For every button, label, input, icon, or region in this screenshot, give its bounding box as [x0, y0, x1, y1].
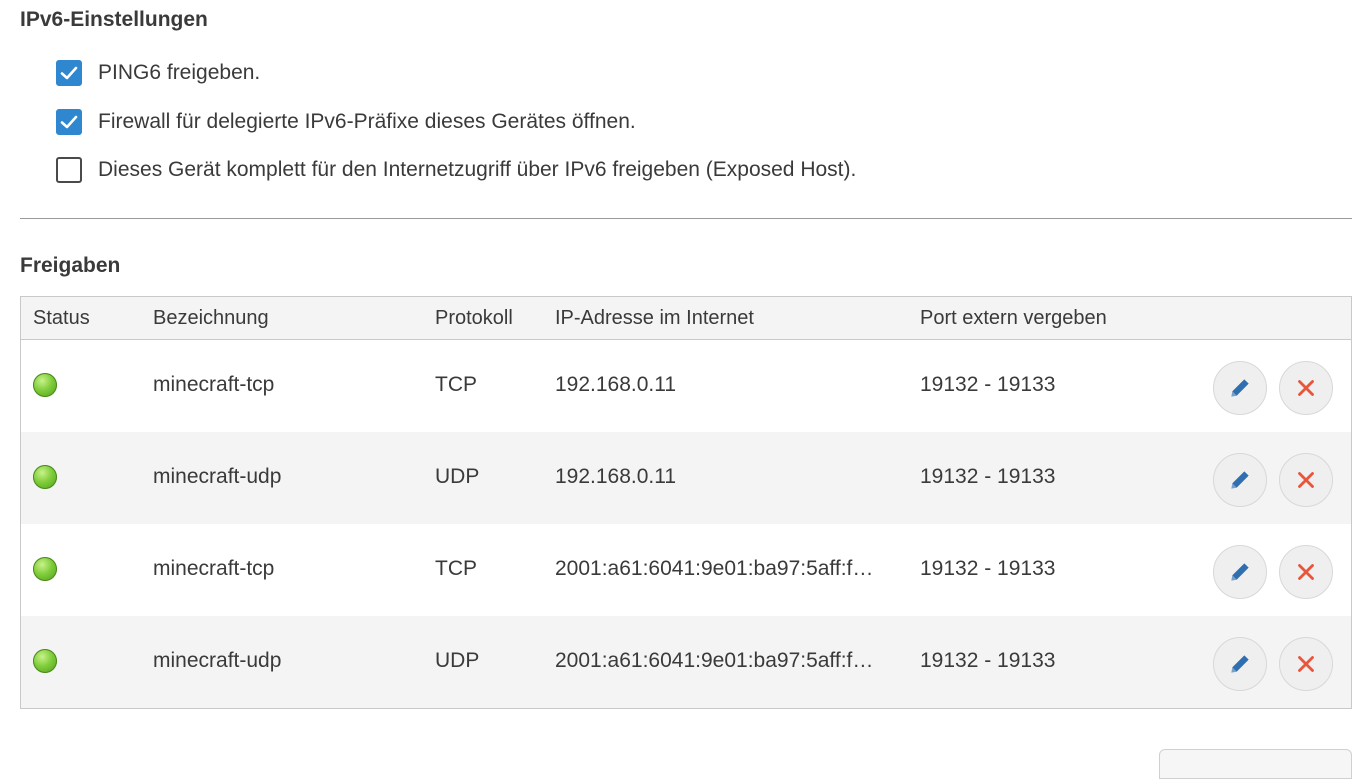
freigaben-table: Status Bezeichnung Protokoll IP-Adresse … — [20, 296, 1352, 709]
row-port: 19132 - 19133 — [920, 557, 1056, 580]
row-port: 19132 - 19133 — [920, 373, 1056, 396]
status-led-icon — [33, 557, 57, 581]
exposed-host-option[interactable]: Dieses Gerät komplett für den Internetzu… — [56, 157, 856, 183]
column-header-port: Port extern vergeben — [920, 307, 1107, 329]
pencil-icon — [1231, 563, 1249, 581]
edit-button[interactable] — [1213, 637, 1267, 691]
edit-button[interactable] — [1213, 545, 1267, 599]
table-row: minecraft-udp UDP 2001:a61:6041:9e01:ba9… — [21, 616, 1351, 708]
freigaben-title: Freigaben — [20, 254, 121, 277]
row-name: minecraft-tcp — [153, 373, 275, 396]
delete-button[interactable] — [1279, 545, 1333, 599]
ping6-option[interactable]: PING6 freigeben. — [56, 60, 260, 86]
ipv6-settings-title: IPv6-Einstellungen — [20, 8, 208, 31]
column-header-status: Status — [33, 307, 90, 329]
firewall-prefix-checkbox[interactable] — [56, 109, 82, 135]
column-header-ip: IP-Adresse im Internet — [555, 307, 754, 329]
check-icon — [60, 115, 78, 129]
row-protocol: UDP — [435, 649, 480, 672]
row-ip: 192.168.0.11 — [555, 373, 677, 396]
table-row: minecraft-tcp TCP 2001:a61:6041:9e01:ba9… — [21, 524, 1351, 616]
firewall-prefix-option[interactable]: Firewall für delegierte IPv6-Präfixe die… — [56, 109, 636, 135]
row-protocol: TCP — [435, 557, 477, 580]
close-icon — [1298, 656, 1314, 672]
row-port: 19132 - 19133 — [920, 649, 1056, 672]
close-icon — [1298, 564, 1314, 580]
row-name: minecraft-tcp — [153, 557, 275, 580]
row-ip: 192.168.0.11 — [555, 465, 677, 488]
ping6-label: PING6 freigeben. — [98, 61, 261, 84]
new-share-button[interactable] — [1159, 749, 1352, 779]
exposed-host-checkbox[interactable] — [56, 157, 82, 183]
row-port: 19132 - 19133 — [920, 465, 1056, 488]
row-name: minecraft-udp — [153, 649, 282, 672]
firewall-prefix-label: Firewall für delegierte IPv6-Präfixe die… — [98, 110, 636, 133]
table-row: minecraft-tcp TCP 192.168.0.11 19132 - 1… — [21, 340, 1351, 432]
edit-button[interactable] — [1213, 361, 1267, 415]
status-led-icon — [33, 649, 57, 673]
close-icon — [1298, 380, 1314, 396]
row-protocol: TCP — [435, 373, 477, 396]
pencil-icon — [1231, 471, 1249, 489]
status-led-icon — [33, 373, 57, 397]
column-header-name: Bezeichnung — [153, 307, 269, 329]
row-ip: 2001:a61:6041:9e01:ba97:5aff:f… — [555, 557, 874, 580]
row-name: minecraft-udp — [153, 465, 282, 488]
row-protocol: UDP — [435, 465, 480, 488]
row-ip: 2001:a61:6041:9e01:ba97:5aff:f… — [555, 649, 874, 672]
check-icon — [60, 66, 78, 80]
pencil-icon — [1231, 379, 1249, 397]
delete-button[interactable] — [1279, 637, 1333, 691]
delete-button[interactable] — [1279, 453, 1333, 507]
edit-button[interactable] — [1213, 453, 1267, 507]
section-divider — [20, 218, 1352, 219]
close-icon — [1298, 472, 1314, 488]
ping6-checkbox[interactable] — [56, 60, 82, 86]
table-header: Status Bezeichnung Protokoll IP-Adresse … — [21, 297, 1351, 340]
pencil-icon — [1231, 655, 1249, 673]
table-row: minecraft-udp UDP 192.168.0.11 19132 - 1… — [21, 432, 1351, 524]
delete-button[interactable] — [1279, 361, 1333, 415]
status-led-icon — [33, 465, 57, 489]
column-header-protocol: Protokoll — [435, 307, 513, 329]
exposed-host-label: Dieses Gerät komplett für den Internetzu… — [98, 158, 857, 181]
